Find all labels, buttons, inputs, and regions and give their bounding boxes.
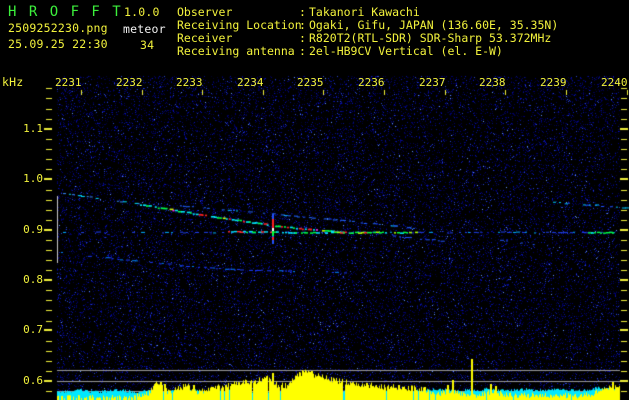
x-tick-label: 2233 [176, 76, 203, 89]
info-label: Receiving antenna [177, 44, 295, 58]
output-filename: 2509252230.png [8, 21, 108, 35]
y-tick-label: 0.8 [23, 273, 43, 286]
mode-label: meteor [123, 22, 166, 36]
y-axis-unit-label: kHz [2, 75, 24, 89]
y-tick-label: 1.0 [23, 172, 43, 185]
app-title: H R O F F T [8, 4, 123, 20]
app-version: 1.0.0 [124, 5, 160, 19]
x-tick-label: 2239 [540, 76, 567, 89]
spectrogram-canvas [0, 0, 629, 400]
x-tick-label: 2231 [55, 76, 82, 89]
x-tick-label: 2234 [237, 76, 264, 89]
meteor-count: 34 [140, 38, 155, 52]
x-tick-label: 2236 [358, 76, 385, 89]
info-row-antenna: Receiving antenna:2el-HB9CV Vertical (el… [177, 45, 558, 58]
x-tick-label: 2237 [419, 76, 446, 89]
hrofft-window: H R O F F T 1.0.0 2509252230.png meteor … [0, 0, 629, 400]
x-tick-label: 2235 [297, 76, 324, 89]
x-tick-label: 2238 [479, 76, 506, 89]
y-tick-label: 1.1 [23, 122, 43, 135]
x-tick-label: 2232 [116, 76, 143, 89]
x-tick-label: 2240 [601, 76, 628, 89]
colon: : [299, 44, 306, 58]
station-info: Observer: Takanori Kawachi Receiving Loca… [177, 6, 558, 58]
info-value: 2el-HB9CV Vertical (el. E-W) [309, 44, 503, 58]
y-tick-label: 0.7 [23, 323, 43, 336]
y-tick-label: 0.9 [23, 223, 43, 236]
y-tick-label: 0.6 [23, 374, 43, 387]
date-time: 25.09.25 22:30 [8, 37, 108, 51]
